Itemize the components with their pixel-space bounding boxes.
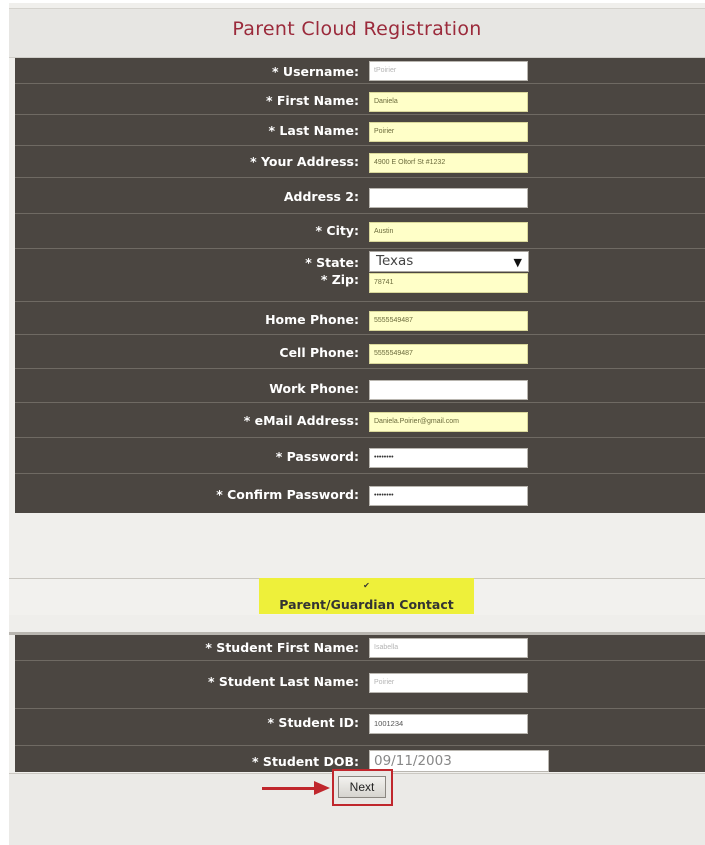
- confirm-password-row: * Confirm Password: ••••••••: [15, 474, 705, 513]
- address2-label: Address 2:: [283, 189, 359, 204]
- cell-phone-row: Cell Phone: 5555549487: [15, 335, 705, 369]
- student-id-row: * Student ID: 1001234: [15, 709, 705, 746]
- first-name-label: * First Name:: [265, 93, 359, 108]
- state-select-value: Texas: [376, 253, 414, 269]
- cell-phone-input[interactable]: 5555549487: [369, 344, 528, 364]
- home-phone-input[interactable]: 5555549487: [369, 311, 528, 331]
- address2-input[interactable]: [369, 188, 528, 208]
- password-input[interactable]: ••••••••: [369, 448, 528, 468]
- work-phone-input[interactable]: [369, 380, 528, 400]
- home-phone-row: Home Phone: 5555549487: [15, 302, 705, 335]
- student-first-name-label: * Student First Name:: [205, 640, 359, 655]
- cell-phone-label: Cell Phone:: [279, 345, 359, 360]
- zip-label: * Zip:: [320, 272, 359, 287]
- section-divider: [9, 615, 705, 635]
- address-label: * Your Address:: [250, 154, 359, 169]
- address-input[interactable]: 4900 E Oltorf St #1232: [369, 153, 528, 173]
- city-label: * City:: [315, 223, 359, 238]
- student-id-input[interactable]: 1001234: [369, 714, 528, 734]
- parent-form: * Username: tPoirier * First Name: Danie…: [15, 58, 705, 513]
- username-input[interactable]: tPoirier: [369, 61, 528, 81]
- work-phone-label: Work Phone:: [269, 381, 359, 396]
- student-last-name-row: * Student Last Name: Poirier: [15, 661, 705, 709]
- last-name-input[interactable]: Poirier: [369, 122, 528, 142]
- home-phone-label: Home Phone:: [265, 312, 359, 327]
- email-input[interactable]: Daniela.Poirier@gmail.com: [369, 412, 528, 432]
- username-row: * Username: tPoirier: [15, 58, 705, 84]
- zip-input[interactable]: 78741: [369, 273, 528, 293]
- address2-row: Address 2:: [15, 178, 705, 214]
- email-label: * eMail Address:: [243, 413, 359, 428]
- last-name-label: * Last Name:: [268, 123, 359, 138]
- first-name-row: * First Name: Daniela: [15, 84, 705, 115]
- next-button[interactable]: Next: [338, 776, 386, 798]
- student-first-name-row: * Student First Name: Isabella: [15, 635, 705, 661]
- state-row: * State: Texas ▼: [15, 249, 705, 272]
- zip-row: * Zip: 78741: [15, 272, 705, 302]
- confirm-password-label: * Confirm Password:: [216, 487, 359, 502]
- student-dob-input[interactable]: 09/11/2003: [369, 750, 549, 772]
- student-dob-label: * Student DOB:: [252, 754, 359, 769]
- state-select[interactable]: Texas ▼: [369, 251, 529, 272]
- last-name-row: * Last Name: Poirier: [15, 115, 705, 146]
- contact-checkbox[interactable]: ✔: [259, 581, 474, 590]
- contact-label: Parent/Guardian Contact: [279, 597, 454, 612]
- state-label: * State:: [305, 255, 359, 270]
- student-last-name-input[interactable]: Poirier: [369, 673, 528, 693]
- work-phone-row: Work Phone:: [15, 369, 705, 403]
- chevron-down-icon: ▼: [513, 256, 522, 269]
- confirm-password-input[interactable]: ••••••••: [369, 486, 528, 506]
- callout-arrow-icon: [262, 787, 318, 790]
- first-name-input[interactable]: Daniela: [369, 92, 528, 112]
- password-row: * Password: ••••••••: [15, 438, 705, 474]
- parent-guardian-contact[interactable]: ✔ Parent/Guardian Contact: [259, 578, 474, 614]
- arrow-right-icon: [314, 781, 330, 795]
- address-row: * Your Address: 4900 E Oltorf St #1232: [15, 146, 705, 178]
- page-title: Parent Cloud Registration: [9, 8, 705, 58]
- username-label: * Username:: [272, 64, 359, 79]
- password-label: * Password:: [275, 449, 359, 464]
- student-last-name-label: * Student Last Name:: [208, 674, 359, 689]
- city-input[interactable]: Austin: [369, 222, 528, 242]
- city-row: * City: Austin: [15, 214, 705, 249]
- email-row: * eMail Address: Daniela.Poirier@gmail.c…: [15, 403, 705, 438]
- student-first-name-input[interactable]: Isabella: [369, 638, 528, 658]
- student-id-label: * Student ID:: [267, 715, 359, 730]
- student-form: * Student First Name: Isabella * Student…: [15, 635, 705, 772]
